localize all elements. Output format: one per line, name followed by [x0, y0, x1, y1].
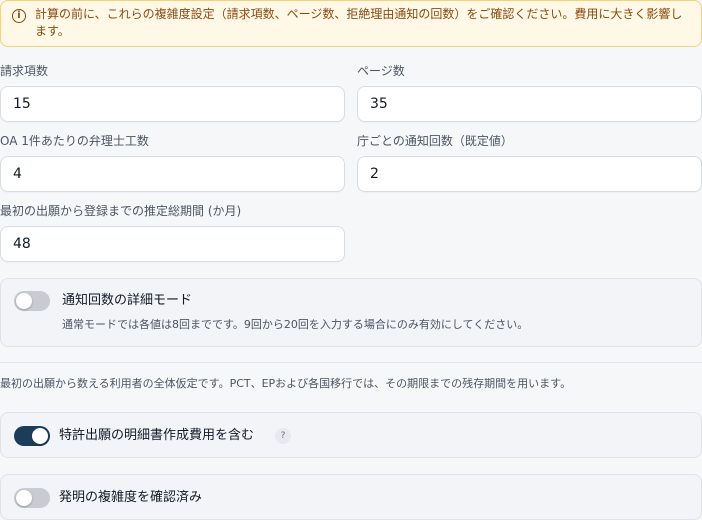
period-assumption-note: 最初の出願から数える利用者の全体仮定です。PCT、EPおよび各国移行では、その期…: [0, 377, 572, 390]
complexity-warning-alert: i 計算の前に、これらの複雑度設定（請求項数、ページ数、拒絶理由通知の回数）をご…: [0, 0, 702, 47]
advanced-mode-card: 通知回数の詳細モード 通常モードでは各値は8回までです。9回から20回を入力する…: [0, 278, 702, 347]
alert-text: 計算の前に、これらの複雑度設定（請求項数、ページ数、拒絶理由通知の回数）をご確認…: [35, 7, 683, 38]
claims-input[interactable]: 15: [0, 86, 345, 122]
help-icon[interactable]: ?: [275, 428, 291, 444]
claims-label: 請求項数: [0, 64, 49, 78]
toggle-knob: [32, 428, 48, 444]
toggle-knob: [16, 490, 32, 506]
include-drafting-title: 特許出願の明細書作成費用を含む: [59, 428, 255, 443]
hours-per-oa-label: OA 1件あたりの弁理士工数: [0, 134, 149, 148]
hours-per-oa-input[interactable]: 4: [0, 156, 345, 192]
toggle-knob: [16, 293, 32, 309]
complexity-confirmed-card: 発明の複雑度を確認済み: [0, 474, 702, 520]
complexity-confirmed-toggle[interactable]: [14, 488, 50, 508]
notices-per-office-label: 庁ごとの通知回数（既定値）: [357, 134, 513, 148]
advanced-mode-description: 通常モードでは各値は8回までです。9回から20回を入力する場合にのみ有効にしてく…: [62, 318, 529, 331]
notices-per-office-input[interactable]: 2: [357, 156, 702, 192]
advanced-mode-title: 通知回数の詳細モード: [62, 293, 193, 308]
total-period-input[interactable]: 48: [0, 226, 345, 262]
section-divider: [0, 362, 702, 363]
info-circle-icon: i: [12, 9, 26, 23]
advanced-mode-toggle[interactable]: [14, 291, 50, 311]
pages-input[interactable]: 35: [357, 86, 702, 122]
total-period-label: 最初の出願から登録までの推定総期間 (か月): [0, 204, 242, 218]
include-drafting-toggle[interactable]: [14, 426, 50, 446]
complexity-confirmed-title: 発明の複雑度を確認済み: [59, 490, 203, 505]
pages-label: ページ数: [357, 64, 405, 78]
include-drafting-card: 特許出願の明細書作成費用を含む ?: [0, 412, 702, 458]
